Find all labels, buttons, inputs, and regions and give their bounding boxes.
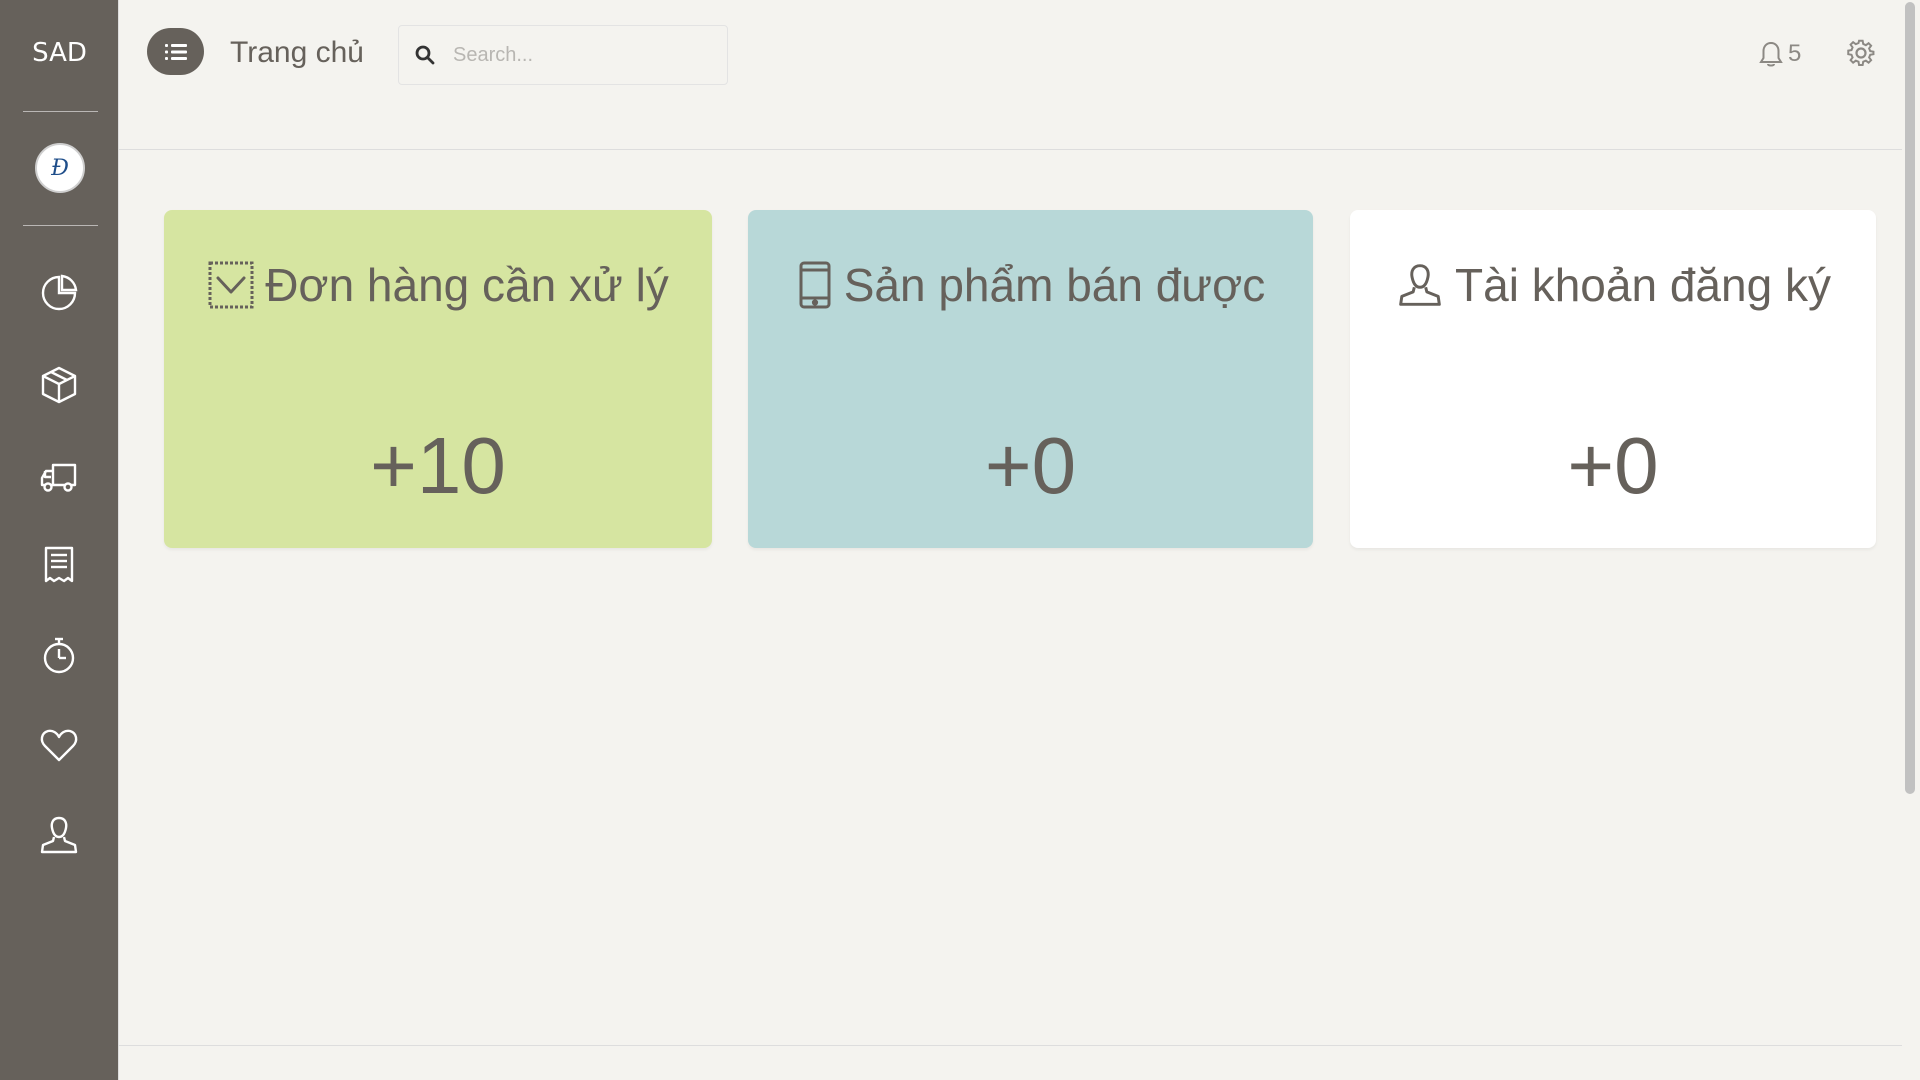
sidebar-item-account[interactable] bbox=[36, 812, 82, 858]
card-value: +0 bbox=[1567, 421, 1659, 510]
list-icon bbox=[164, 43, 187, 60]
settings-button[interactable] bbox=[1846, 38, 1878, 70]
sidebar-item-orders[interactable] bbox=[36, 542, 82, 588]
heart-icon bbox=[40, 729, 78, 762]
card-title-text: Tài khoản đăng ký bbox=[1455, 259, 1831, 311]
card-title: Tài khoản đăng ký bbox=[1350, 258, 1876, 312]
stat-card-pending-orders[interactable]: Đơn hàng cần xử lý +10 bbox=[164, 210, 712, 548]
sidebar-item-shipping[interactable] bbox=[36, 454, 82, 500]
search-input[interactable] bbox=[451, 42, 711, 68]
top-navbar bbox=[119, 0, 1902, 150]
stat-card-registered-accounts[interactable]: Tài khoản đăng ký +0 bbox=[1350, 210, 1876, 548]
sidebar: SAD Đ bbox=[0, 0, 119, 1080]
search-box[interactable] bbox=[398, 25, 728, 85]
checkbox-icon bbox=[208, 261, 254, 309]
box-icon bbox=[41, 366, 77, 404]
notification-button[interactable]: 5 bbox=[1758, 40, 1801, 68]
sidebar-item-history[interactable] bbox=[36, 632, 82, 678]
receipt-icon bbox=[44, 546, 74, 583]
sidebar-item-dashboard[interactable] bbox=[36, 270, 82, 316]
card-title-text: Đơn hàng cần xử lý bbox=[265, 259, 669, 311]
footer-divider bbox=[119, 1045, 1902, 1046]
search-icon bbox=[399, 26, 451, 84]
card-title: Đơn hàng cần xử lý bbox=[164, 258, 712, 312]
pie-chart-icon bbox=[41, 274, 78, 311]
truck-icon bbox=[40, 463, 77, 492]
gear-icon bbox=[1847, 39, 1875, 66]
sidebar-item-favorites[interactable] bbox=[36, 722, 82, 768]
notification-count: 5 bbox=[1788, 40, 1802, 67]
user-icon bbox=[1399, 264, 1441, 306]
stat-card-products-sold[interactable]: Sản phẩm bán được +0 bbox=[748, 210, 1313, 548]
card-title: Sản phẩm bán được bbox=[748, 258, 1313, 312]
logo-avatar[interactable]: Đ bbox=[35, 143, 85, 193]
card-value: +10 bbox=[370, 421, 506, 510]
card-title-text: Sản phẩm bán được bbox=[843, 259, 1266, 311]
user-icon bbox=[40, 816, 78, 854]
menu-toggle-button[interactable] bbox=[147, 28, 204, 75]
mobile-icon bbox=[799, 261, 831, 309]
card-value: +0 bbox=[984, 421, 1077, 510]
sidebar-item-products[interactable] bbox=[36, 362, 82, 408]
stopwatch-icon bbox=[43, 637, 75, 674]
bell-icon bbox=[1759, 41, 1783, 67]
page-title: Trang chủ bbox=[230, 36, 364, 69]
brand-logo-text[interactable]: SAD bbox=[0, 38, 119, 68]
sidebar-divider bbox=[23, 225, 98, 226]
scrollbar-thumb[interactable] bbox=[1905, 2, 1915, 794]
sidebar-divider bbox=[23, 111, 98, 112]
logo-letter: Đ bbox=[51, 155, 69, 181]
